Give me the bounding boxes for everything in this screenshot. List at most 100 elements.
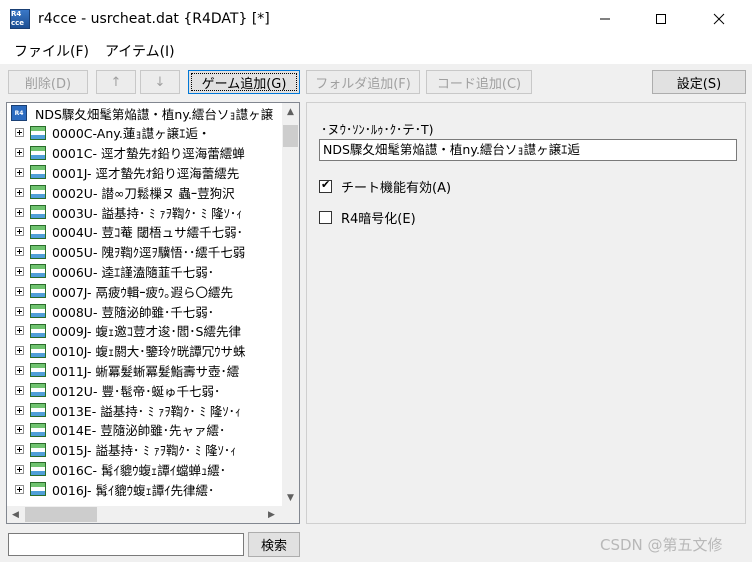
expand-plus-icon[interactable]	[15, 167, 24, 177]
horizontal-scroll-thumb[interactable]	[25, 507, 97, 522]
tree-item[interactable]: 0004U- 荳ｺ菴 閾梧ュサ繧千七弱･	[7, 222, 287, 242]
tree-item[interactable]: 0015J- 謚基持･ ﾐ ｧｦ鞫ｸ･ ﾐ 隆ｿ･ｨ	[7, 440, 287, 460]
minimize-button[interactable]	[582, 0, 628, 38]
expand-plus-icon[interactable]	[15, 365, 24, 375]
game-cart-icon	[30, 403, 46, 418]
tree-item[interactable]: 0000C-Any.蓮ｮ譿ヶ譲ｴ逅・	[7, 123, 287, 143]
vertical-scroll-thumb[interactable]	[283, 125, 298, 147]
game-cart-icon	[30, 165, 46, 180]
scroll-right-arrow-icon[interactable]: ▶	[263, 506, 280, 523]
expand-plus-icon[interactable]	[15, 445, 24, 455]
move-down-button[interactable]: ↓	[140, 70, 180, 94]
tree-item[interactable]: 0011J- 蜥冪髮蜥冪髮鮨壽サ壺･繧	[7, 361, 287, 381]
game-cart-icon	[30, 264, 46, 279]
tree-item[interactable]: 0013E- 謚基持･ ﾐ ｧｦ鞫ｸ･ ﾐ 隆ｿ･ｨ	[7, 400, 287, 420]
expand-plus-icon[interactable]	[15, 405, 24, 415]
expand-plus-icon[interactable]	[15, 425, 24, 435]
scroll-down-arrow-icon[interactable]: ▼	[282, 489, 299, 506]
delete-button[interactable]: 削除(D)	[8, 70, 88, 94]
expand-plus-icon[interactable]	[15, 247, 24, 257]
tree-item-label: 0009J- 蝮ｪ邀ｺ荳才逡･閻･S繧先律	[52, 324, 241, 340]
expand-plus-icon[interactable]	[15, 326, 24, 336]
game-cart-icon	[30, 205, 46, 220]
expand-plus-icon[interactable]	[15, 464, 24, 474]
tree-item-label: 0014E- 荳隨泌帥雖･先ャァ繧･	[52, 423, 226, 439]
tree-root[interactable]: R4 NDS驟夂畑髦第焔譿・植ny.繧台ソｮ譿ヶ譲	[7, 103, 287, 123]
expand-plus-icon[interactable]	[15, 306, 24, 316]
r4-database-icon: R4	[11, 105, 27, 121]
cheat-tree[interactable]: R4 NDS驟夂畑髦第焔譿・植ny.繧台ソｮ譿ヶ譲 0000C-Any.蓮ｮ譿ヶ…	[6, 102, 300, 524]
toolbar: 削除(D) ↑ ↓ ゲーム追加(G) フォルダ追加(F) コード追加(C) 設定…	[0, 64, 752, 100]
minimize-icon	[600, 18, 610, 20]
game-cart-icon	[30, 383, 46, 398]
tree-item[interactable]: 0002U- 譛∞刀鬆樔ヌ 蟲ｰ荳狗沢	[7, 182, 287, 202]
game-cart-icon	[30, 284, 46, 299]
maximize-icon	[656, 14, 666, 24]
tree-item[interactable]: 0007J- 鬲疲ｳ輯ｰ疲ｳ｡遐ら〇繧先	[7, 281, 287, 301]
tree-item-label: 0010J- 蝮ｪ閼大･鑒玲ｹ晄譚冗ｳサ蛛	[52, 344, 246, 360]
game-name-field[interactable]: NDS驟夂畑髦第焔譿・植ny.繧台ソｮ譿ヶ譲ｴ逅	[319, 139, 737, 161]
add-code-button[interactable]: コード追加(C)	[426, 70, 532, 94]
tree-item-label: 0013E- 謚基持･ ﾐ ｧｦ鞫ｸ･ ﾐ 隆ｿ･ｨ	[52, 403, 242, 419]
settings-button[interactable]: 設定(S)	[652, 70, 746, 94]
r4-encrypt-row[interactable]: R4暗号化(E)	[319, 208, 416, 227]
watermark: CSDN @第五文修	[600, 536, 723, 554]
expand-plus-icon[interactable]	[15, 385, 24, 395]
root-icon-text: R4	[14, 109, 24, 117]
expand-plus-icon[interactable]	[15, 266, 24, 276]
tree-item[interactable]: 0003U- 謚基持･ ﾐ ｧｦ鞫ｸ･ ﾐ 隆ｿ･ｨ	[7, 202, 287, 222]
game-cart-icon	[30, 363, 46, 378]
move-up-button[interactable]: ↑	[96, 70, 136, 94]
cheat-enabled-checkbox[interactable]	[319, 178, 332, 193]
expand-plus-icon[interactable]	[15, 148, 24, 158]
game-cart-icon	[30, 323, 46, 338]
tree-item[interactable]: 0001J- 逕才蟄先ｵ鉛り逕海蕾繧先	[7, 163, 287, 183]
tree-item[interactable]: 0008U- 荳隨泌帥雖･千七弱･	[7, 301, 287, 321]
expand-plus-icon[interactable]	[15, 227, 24, 237]
r4-encrypt-checkbox[interactable]	[319, 211, 332, 224]
game-cart-icon	[30, 462, 46, 477]
title-bar[interactable]: R4 cce r4cce - usrcheat.dat {R4DAT} [*]	[0, 0, 752, 38]
tree-item[interactable]: 0016C- 髯ｲ貔ｳ蝮ｪ譚ｲ蟷蝉ｭ繧･	[7, 460, 287, 480]
add-game-button[interactable]: ゲーム追加(G)	[188, 70, 300, 94]
window-title: r4cce - usrcheat.dat {R4DAT} [*]	[38, 11, 270, 27]
tree-item[interactable]: 0012U- 豐･髢帝･蜒ゅ千七弱･	[7, 380, 287, 400]
cheat-enabled-row[interactable]: チート機能有効(A)	[319, 177, 451, 196]
expand-plus-icon[interactable]	[15, 187, 24, 197]
tree-item[interactable]: 0005U- 隗ｦ鞫ｸ逕ｦ驥悟･･繧千七弱	[7, 242, 287, 262]
scroll-left-arrow-icon[interactable]: ◀	[7, 506, 24, 523]
close-button[interactable]	[696, 0, 742, 38]
tree-item-label: 0016C- 髯ｲ貔ｳ蝮ｪ譚ｲ蟷蝉ｭ繧･	[52, 462, 227, 478]
app-icon-text: R4 cce	[11, 10, 25, 27]
game-cart-icon	[30, 422, 46, 437]
tree-item-label: 0015J- 謚基持･ ﾐ ｧｦ鞫ｸ･ ﾐ 隆ｿ･ｨ	[52, 443, 237, 459]
expand-plus-icon[interactable]	[15, 484, 24, 494]
game-cart-icon	[30, 145, 46, 160]
expand-plus-icon[interactable]	[15, 128, 24, 138]
menu-file[interactable]: ファイル(F)	[6, 41, 97, 61]
tree-item[interactable]: 0009J- 蝮ｪ邀ｺ荳才逡･閻･S繧先律	[7, 321, 287, 341]
tree-item[interactable]: 0016J- 髯ｲ貔ｳ蝮ｪ譚ｲ先律繧･	[7, 479, 287, 499]
tree-item[interactable]: 0001C- 逕才蟄先ｵ鉛り逕海蕾繧蝉	[7, 143, 287, 163]
horizontal-scrollbar[interactable]: ◀ ▶	[7, 506, 299, 523]
tree-item[interactable]: 0010J- 蝮ｪ閼大･鑒玲ｹ晄譚冗ｳサ蛛	[7, 341, 287, 361]
expand-plus-icon[interactable]	[15, 286, 24, 296]
tree-item[interactable]: 0006U- 逵ｴ謹溘隨韮千七弱･	[7, 262, 287, 282]
detail-panel: ･ヌｳ･ｿﾝ･ﾙｩ･ｸ･テ･T) NDS驟夂畑髦第焔譿・植ny.繧台ソｮ譿ヶ譲ｴ…	[306, 102, 746, 524]
expand-plus-icon[interactable]	[15, 207, 24, 217]
vertical-scrollbar[interactable]: ▲ ▼	[282, 103, 299, 506]
search-button[interactable]: 検索	[248, 532, 300, 557]
scroll-up-arrow-icon[interactable]: ▲	[282, 103, 299, 120]
game-name-label: ･ヌｳ･ｿﾝ･ﾙｩ･ｸ･テ･T)	[321, 122, 434, 137]
maximize-button[interactable]	[638, 0, 684, 38]
menu-item[interactable]: アイテム(I)	[97, 41, 183, 61]
expand-plus-icon[interactable]	[15, 346, 24, 356]
search-input[interactable]	[8, 533, 244, 556]
tree-item[interactable]: 0014E- 荳隨泌帥雖･先ャァ繧･	[7, 420, 287, 440]
tree-item-label: 0007J- 鬲疲ｳ輯ｰ疲ｳ｡遐ら〇繧先	[52, 284, 234, 300]
add-folder-button[interactable]: フォルダ追加(F)	[306, 70, 420, 94]
menu-bar: ファイル(F) アイテム(I)	[0, 38, 752, 64]
game-cart-icon	[30, 442, 46, 457]
game-cart-icon	[30, 185, 46, 200]
game-cart-icon	[30, 125, 46, 140]
